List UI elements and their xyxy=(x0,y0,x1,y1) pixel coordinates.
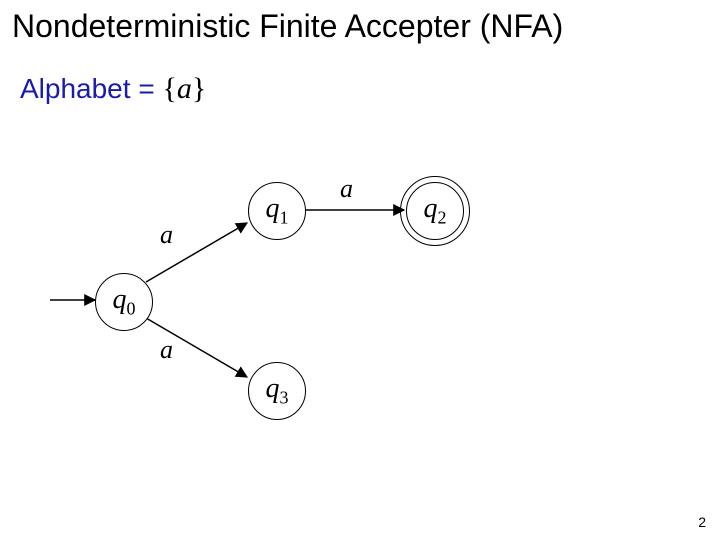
state-q1: q1 xyxy=(248,182,306,240)
alphabet-line: Alphabet = {a} xyxy=(20,72,206,106)
state-label: q2 xyxy=(424,193,447,229)
state-q0: q0 xyxy=(95,273,153,331)
state-q3: q3 xyxy=(248,362,306,420)
state-label: q3 xyxy=(266,373,289,409)
edge-label-q1-q2: a xyxy=(340,174,353,204)
alphabet-label: Alphabet = xyxy=(20,73,155,104)
edge-label-q0-q3: a xyxy=(160,335,173,365)
state-q2: q2 xyxy=(406,182,464,240)
edge-label-q0-q1: a xyxy=(160,220,173,250)
state-label: q1 xyxy=(266,193,289,229)
nfa-diagram: q0 q1 q2 q3 a a a xyxy=(50,160,570,440)
page-number: 2 xyxy=(698,514,706,530)
state-label: q0 xyxy=(113,284,136,320)
alphabet-value: {a} xyxy=(162,72,206,105)
page-title: Nondeterministic Finite Accepter (NFA) xyxy=(12,8,563,45)
